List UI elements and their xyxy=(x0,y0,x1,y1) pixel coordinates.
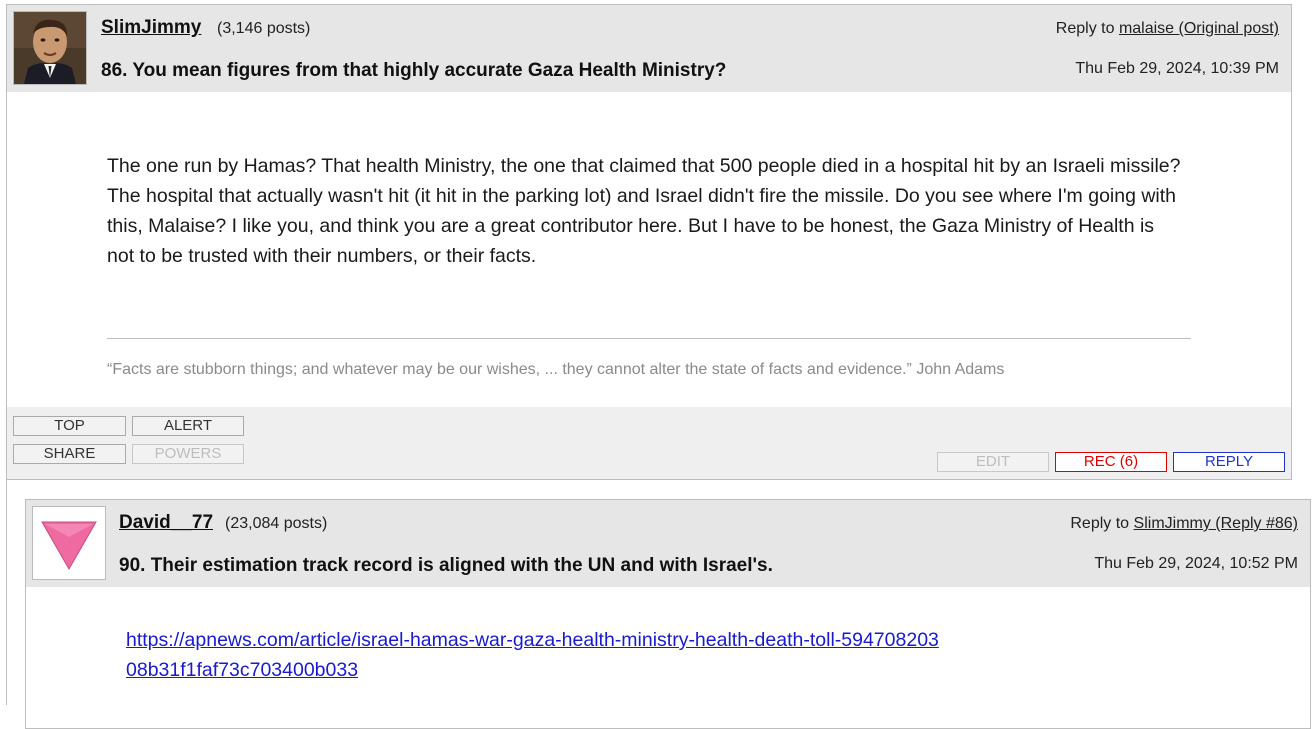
reply-to-link[interactable]: SlimJimmy (Reply #86) xyxy=(1134,515,1298,532)
reply-to: Reply to SlimJimmy (Reply #86) xyxy=(1070,515,1298,533)
portrait-avatar-icon xyxy=(14,12,86,84)
pink-triangle-icon xyxy=(33,507,105,579)
username[interactable]: David__77 xyxy=(119,512,213,534)
share-button[interactable]: SHARE xyxy=(13,444,126,464)
post-title: 90. Their estimation track record is ali… xyxy=(119,555,773,576)
username[interactable]: SlimJimmy xyxy=(101,17,201,39)
alert-button[interactable]: ALERT xyxy=(132,416,244,436)
top-button[interactable]: TOP xyxy=(13,416,126,436)
reply-to-link[interactable]: malaise (Original post) xyxy=(1119,20,1279,37)
reply-to-prefix: Reply to xyxy=(1070,515,1130,532)
avatar[interactable] xyxy=(32,506,106,580)
post-90: David__77 (23,084 posts) Reply to SlimJi… xyxy=(25,499,1311,729)
signature: “Facts are stubborn things; and whatever… xyxy=(107,361,1005,378)
post-count: (3,146 posts) xyxy=(217,20,311,37)
article-link[interactable]: https://apnews.com/article/israel-hamas-… xyxy=(126,625,946,685)
post-body: The one run by Hamas? That health Minist… xyxy=(107,155,1181,267)
powers-button: POWERS xyxy=(132,444,244,464)
post-count: (23,084 posts) xyxy=(225,515,328,532)
signature-divider xyxy=(107,338,1191,339)
avatar[interactable] xyxy=(13,11,87,85)
post-date: Thu Feb 29, 2024, 10:52 PM xyxy=(1094,555,1298,572)
post-86: SlimJimmy (3,146 posts) Reply to malaise… xyxy=(6,4,1292,480)
reply-to: Reply to malaise (Original post) xyxy=(1056,20,1279,38)
reply-button[interactable]: REPLY xyxy=(1173,452,1285,472)
post-header: David__77 (23,084 posts) Reply to SlimJi… xyxy=(26,500,1310,587)
post-date: Thu Feb 29, 2024, 10:39 PM xyxy=(1075,60,1279,77)
post-title: 86. You mean figures from that highly ac… xyxy=(101,60,727,81)
post-footer: TOP ALERT SHARE POWERS EDIT REC (6) REPL… xyxy=(7,407,1291,479)
rec-button[interactable]: REC (6) xyxy=(1055,452,1167,472)
thread-guide-line xyxy=(6,480,7,705)
edit-button: EDIT xyxy=(937,452,1049,472)
reply-to-prefix: Reply to xyxy=(1055,20,1115,37)
post-header: SlimJimmy (3,146 posts) Reply to malaise… xyxy=(7,5,1291,92)
